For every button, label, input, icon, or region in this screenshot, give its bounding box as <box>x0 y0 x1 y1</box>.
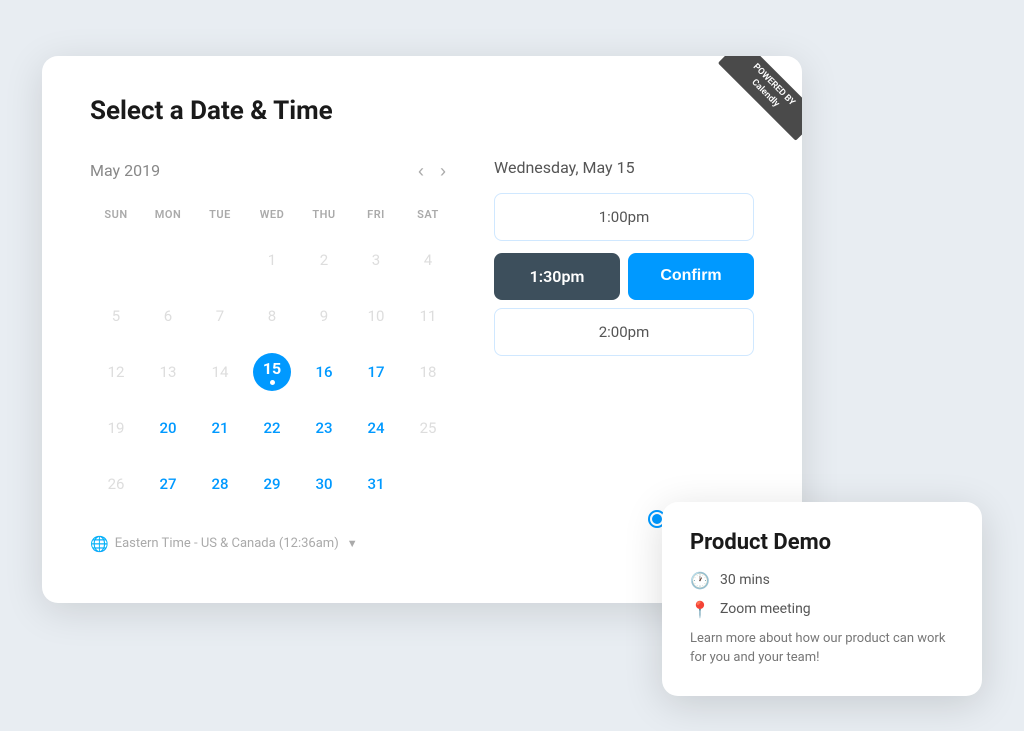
time-slot-2pm[interactable]: 2:00pm <box>494 308 754 356</box>
day-header-fri: FRI <box>350 204 402 225</box>
calendar-day-empty <box>90 233 142 287</box>
demo-duration-row: 🕐 30 mins <box>690 571 954 590</box>
prev-month-button[interactable]: ‹ <box>410 158 432 184</box>
time-slot-1pm[interactable]: 1:00pm <box>494 193 754 241</box>
location-icon: 📍 <box>690 600 710 619</box>
calendar-main: May 2019 ‹ › SUN MON TUE WED THU FRI SAT <box>90 158 754 553</box>
calendar-day: 2 <box>298 233 350 287</box>
day-header-sat: SAT <box>402 204 454 225</box>
calendar-day: 25 <box>402 401 454 455</box>
time-slots: 1:00pm 1:30pm Confirm 2:00pm <box>494 193 754 356</box>
calendar-day-17[interactable]: 17 <box>350 345 402 399</box>
day-header-thu: THU <box>298 204 350 225</box>
calendar-day: 10 <box>350 289 402 343</box>
calendar-day-24[interactable]: 24 <box>350 401 402 455</box>
calendar-day-21[interactable]: 21 <box>194 401 246 455</box>
calendar-left: May 2019 ‹ › SUN MON TUE WED THU FRI SAT <box>90 158 454 553</box>
demo-card: Product Demo 🕐 30 mins 📍 Zoom meeting Le… <box>662 502 982 696</box>
day-header-sun: SUN <box>90 204 142 225</box>
calendar-day-28[interactable]: 28 <box>194 457 246 511</box>
next-month-button[interactable]: › <box>432 158 454 184</box>
demo-location: Zoom meeting <box>720 601 811 617</box>
calendar-day: 4 <box>402 233 454 287</box>
calendar-day: 26 <box>90 457 142 511</box>
calendar-day: 12 <box>90 345 142 399</box>
timezone-label: Eastern Time - US & Canada (12:36am) <box>115 536 339 551</box>
day-header-wed: WED <box>246 204 298 225</box>
calendar-week: 1 2 3 4 <box>90 233 454 287</box>
calendar-week: 12 13 14 15 16 17 18 <box>90 345 454 399</box>
calendar-day-20[interactable]: 20 <box>142 401 194 455</box>
calendar-day-22[interactable]: 22 <box>246 401 298 455</box>
calendar-day: 19 <box>90 401 142 455</box>
calendar-day: 11 <box>402 289 454 343</box>
calendar-day: 9 <box>298 289 350 343</box>
scene: POWERED BY Calendly Select a Date & Time… <box>42 36 982 696</box>
calendar-day: 5 <box>90 289 142 343</box>
calendar-day-empty <box>142 233 194 287</box>
globe-icon: 🌐 <box>90 535 109 553</box>
time-slot-130pm-selected[interactable]: 1:30pm <box>494 253 620 300</box>
calendar-day: 8 <box>246 289 298 343</box>
day-header-mon: MON <box>142 204 194 225</box>
calendar-day: 13 <box>142 345 194 399</box>
confirm-button[interactable]: Confirm <box>628 253 754 300</box>
calendar-day-31[interactable]: 31 <box>350 457 402 511</box>
demo-location-row: 📍 Zoom meeting <box>690 600 954 619</box>
timezone-selector[interactable]: 🌐 Eastern Time - US & Canada (12:36am) ▼ <box>90 535 454 553</box>
calendar-week: 19 20 21 22 23 24 25 <box>90 401 454 455</box>
calendar-day-23[interactable]: 23 <box>298 401 350 455</box>
time-panel: Wednesday, May 15 1:00pm 1:30pm Confirm … <box>494 158 754 553</box>
calendar-day: 3 <box>350 233 402 287</box>
page-title: Select a Date & Time <box>90 96 754 126</box>
day-headers: SUN MON TUE WED THU FRI SAT <box>90 204 454 225</box>
selected-date-label: Wednesday, May 15 <box>494 158 754 177</box>
month-year-label: May 2019 <box>90 161 410 180</box>
timezone-chevron-icon: ▼ <box>347 537 358 550</box>
calendar-day: 7 <box>194 289 246 343</box>
calendar-grid: SUN MON TUE WED THU FRI SAT <box>90 204 454 511</box>
calendar-day-15-selected[interactable]: 15 <box>246 345 298 399</box>
calendar-week: 26 27 28 29 30 31 <box>90 457 454 511</box>
day-header-tue: TUE <box>194 204 246 225</box>
calendar-day-empty <box>402 457 454 511</box>
calendar-nav: May 2019 ‹ › <box>90 158 454 184</box>
calendar-day: 1 <box>246 233 298 287</box>
calendar-day-30[interactable]: 30 <box>298 457 350 511</box>
calendar-day-empty <box>194 233 246 287</box>
calendar-day-27[interactable]: 27 <box>142 457 194 511</box>
demo-description: Learn more about how our product can wor… <box>690 629 954 668</box>
demo-card-title: Product Demo <box>690 530 954 555</box>
calendar-day: 18 <box>402 345 454 399</box>
calendar-week: 5 6 7 8 9 10 11 <box>90 289 454 343</box>
calendar-day: 6 <box>142 289 194 343</box>
demo-duration: 30 mins <box>720 572 770 588</box>
powered-by-ribbon: POWERED BY Calendly <box>702 56 802 156</box>
calendar-day: 14 <box>194 345 246 399</box>
calendar-day-16[interactable]: 16 <box>298 345 350 399</box>
calendar-day-29[interactable]: 29 <box>246 457 298 511</box>
time-slot-selected-row: 1:30pm Confirm <box>494 253 754 300</box>
calendar-weeks: 1 2 3 4 5 6 7 8 9 10 <box>90 233 454 511</box>
clock-icon: 🕐 <box>690 571 710 590</box>
